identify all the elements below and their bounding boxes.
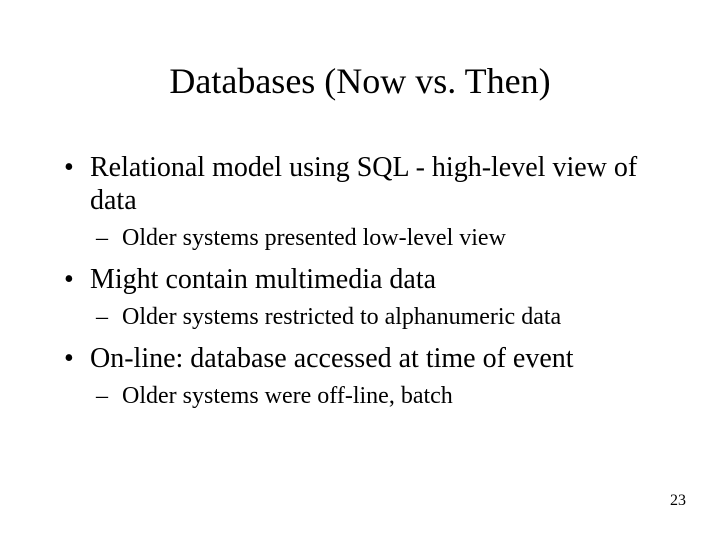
slide-body: Relational model using SQL - high-level … (60, 145, 670, 421)
bullet-level2: Older systems presented low-level view (60, 223, 670, 253)
bullet-level1: Might contain multimedia data (60, 263, 670, 296)
bullet-level1: Relational model using SQL - high-level … (60, 151, 670, 217)
slide-title: Databases (Now vs. Then) (0, 60, 720, 102)
bullet-level1: On-line: database accessed at time of ev… (60, 342, 670, 375)
page-number: 23 (670, 492, 686, 510)
bullet-level2: Older systems were off-line, batch (60, 381, 670, 411)
bullet-level2: Older systems restricted to alphanumeric… (60, 302, 670, 332)
slide: Databases (Now vs. Then) Relational mode… (0, 0, 720, 540)
